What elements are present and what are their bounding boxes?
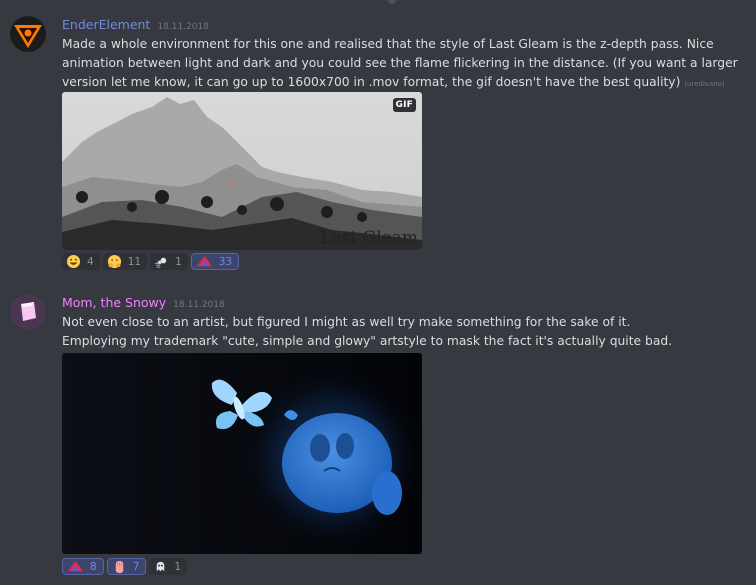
message-text: Made a whole environment for this one an…: [62, 35, 752, 94]
reactions-bar: 8 7 1: [62, 558, 188, 575]
author-name[interactable]: EnderElement: [62, 17, 150, 32]
gif-badge: GIF: [392, 98, 416, 112]
reactions-bar: 4 11 1 33: [62, 253, 240, 270]
reaction-smiley[interactable]: 4: [62, 253, 100, 270]
author-name[interactable]: Mom, the Snowy: [62, 295, 166, 310]
glowy-drawing-image: [62, 353, 422, 554]
landscape-image: [62, 92, 422, 250]
hugging-emoji-icon: [107, 254, 121, 269]
pink-hand-emoji-icon: [115, 560, 123, 574]
red-triangle-emoji-icon: [68, 560, 83, 572]
reaction-dash[interactable]: 1: [150, 253, 188, 270]
reaction-ghost[interactable]: 1: [149, 558, 188, 575]
message-body: Made a whole environment for this one an…: [62, 37, 738, 89]
reaction-red-triangle[interactable]: 33: [190, 253, 240, 270]
image-attachment[interactable]: [62, 353, 422, 554]
edited-label: (uredivano): [684, 80, 725, 88]
timestamp: 18.11.2018: [157, 22, 209, 32]
scroll-indicator: [388, 0, 396, 4]
red-triangle-emoji-icon: [196, 255, 212, 267]
dash-emoji-icon: [155, 257, 167, 268]
reaction-count: 1: [174, 560, 182, 573]
reaction-pink-hand[interactable]: 7: [106, 558, 147, 575]
reaction-hugging[interactable]: 11: [102, 253, 148, 270]
smiley-emoji-icon: [66, 254, 81, 269]
timestamp: 18.11.2018: [173, 300, 225, 310]
reaction-count: 1: [175, 255, 182, 268]
avatar[interactable]: [10, 294, 46, 330]
message-header: EnderElement 18.11.2018: [62, 17, 209, 32]
reaction-red-triangle[interactable]: 8: [62, 558, 104, 575]
image-caption: Last Gleam: [320, 228, 418, 248]
gif-attachment[interactable]: GIF Last Gleam: [62, 92, 422, 250]
reaction-count: 33: [218, 255, 233, 268]
message-text: Not even close to an artist, but figured…: [62, 313, 752, 351]
triangle-emblem-icon: [10, 16, 46, 52]
ghost-emoji-icon: [157, 561, 165, 572]
reaction-count: 7: [132, 560, 140, 573]
message-line: Not even close to an artist, but figured…: [62, 315, 631, 329]
reaction-count: 4: [87, 255, 94, 268]
reaction-count: 8: [90, 560, 97, 573]
message-line: Employing my trademark "cute, simple and…: [62, 334, 673, 348]
avatar[interactable]: [10, 16, 46, 52]
message-header: Mom, the Snowy 18.11.2018: [62, 295, 225, 310]
pink-gem-icon: [10, 294, 46, 330]
reaction-count: 11: [127, 255, 142, 268]
